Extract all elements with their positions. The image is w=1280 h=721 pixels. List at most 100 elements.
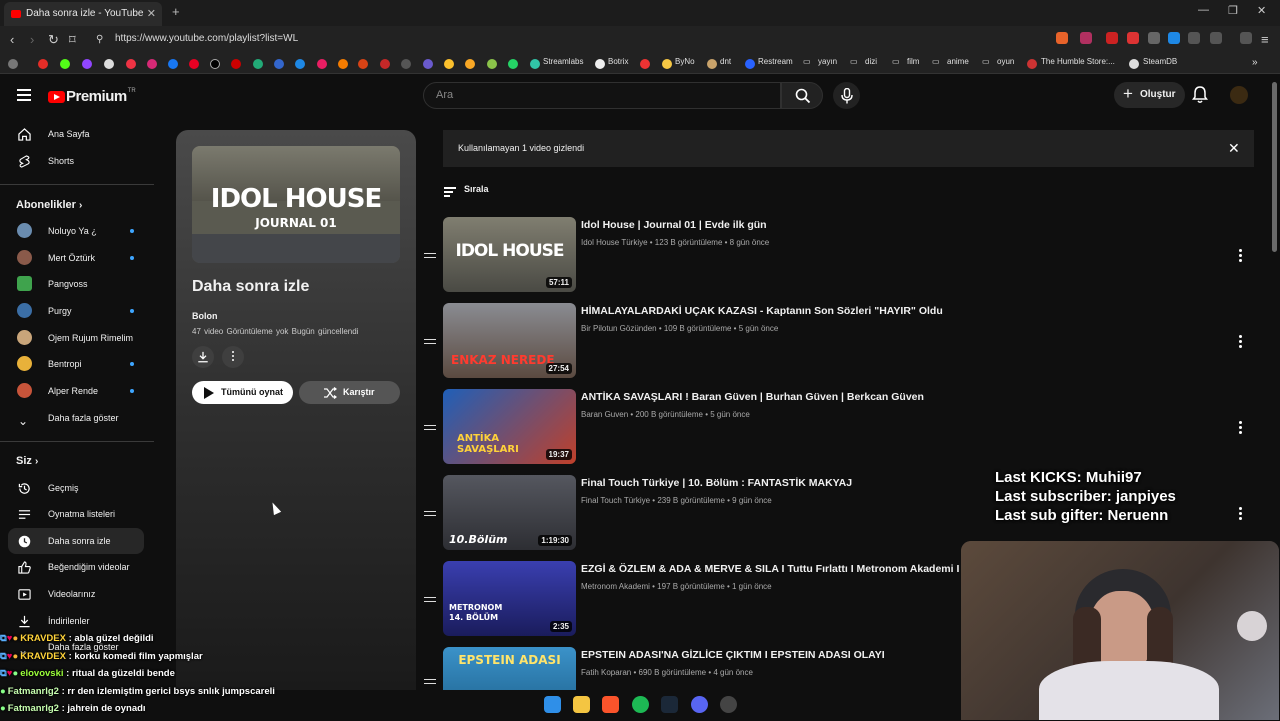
video-thumbnail[interactable]: IDOL HOUSE 57:11 — [443, 217, 576, 292]
restream-icon[interactable] — [745, 59, 755, 69]
drag-handle-icon[interactable] — [424, 597, 436, 605]
user-avatar[interactable] — [1230, 86, 1248, 104]
bookmark-folder-dizi[interactable]: dizi — [865, 57, 877, 66]
sidebar-item-downloads[interactable]: İndirilenler — [8, 608, 144, 634]
browser-tab[interactable]: Daha sonra izle - YouTube ✕ — [4, 2, 162, 26]
extensions-menu-icon[interactable] — [1240, 32, 1252, 44]
bookmark-favicon-icon[interactable] — [104, 59, 114, 69]
bookmark-favicon-icon[interactable] — [210, 59, 220, 69]
bookmark-favicon-icon[interactable] — [189, 59, 199, 69]
obs-icon[interactable] — [720, 696, 737, 713]
bookmark-steamdb[interactable]: SteamDB — [1143, 57, 1177, 66]
video-title[interactable]: Final Touch Türkiye | 10. Bölüm : FANTAS… — [581, 477, 961, 489]
close-window-icon[interactable]: ✕ — [1257, 4, 1266, 17]
bookmark-favicon-icon[interactable] — [168, 59, 178, 69]
extension-icon[interactable] — [1148, 32, 1160, 44]
brave-shield-icon[interactable] — [1056, 32, 1068, 44]
bookmark-favicon-icon[interactable] — [444, 59, 454, 69]
sidebar-item-playlists[interactable]: Oynatma listeleri — [8, 501, 144, 527]
bookmark-folder-film[interactable]: film — [907, 57, 919, 66]
video-thumbnail[interactable]: EPSTEIN ADASI — [443, 647, 576, 690]
close-icon[interactable]: ✕ — [1228, 140, 1240, 157]
playlist-owner[interactable]: Bolon — [192, 311, 218, 321]
play-all-button[interactable]: Tümünü oynat — [192, 381, 293, 404]
video-title[interactable]: Idol House | Journal 01 | Evde ilk gün — [581, 219, 961, 231]
bookmark-favicon-icon[interactable] — [60, 59, 70, 69]
search-input[interactable]: Ara — [423, 82, 781, 109]
bookmark-byno[interactable]: ByNo — [675, 57, 695, 66]
more-actions-button[interactable] — [222, 346, 244, 368]
drag-handle-icon[interactable] — [424, 339, 436, 347]
sidebar-item-shorts[interactable]: Shorts — [8, 148, 144, 174]
playlist-video-row[interactable]: ENKAZ NEREDE 27:54 HİMALAYALARDAKİ UÇAK … — [420, 303, 1250, 383]
extension-icon[interactable] — [1210, 32, 1222, 44]
browser-menu-icon[interactable]: ≡ — [1261, 32, 1269, 47]
video-title[interactable]: ANTİKA SAVAŞLARI ! Baran Güven | Burhan … — [581, 391, 961, 403]
video-title[interactable]: EZGİ & ÖZLEM & ADA & MERVE & SILA I Tutt… — [581, 563, 983, 575]
bookmark-humble[interactable]: The Humble Store:... — [1041, 57, 1115, 66]
sidebar-sub-alper[interactable]: Alper Rende — [8, 378, 144, 404]
bookmark-botrix[interactable]: Botrix — [608, 57, 628, 66]
video-thumbnail[interactable]: 10.Bölüm 1:19:30 — [443, 475, 576, 550]
humble-icon[interactable] — [1027, 59, 1037, 69]
more-vertical-icon[interactable] — [1239, 335, 1242, 350]
new-tab-icon[interactable]: + — [172, 4, 180, 19]
bookmark-dnt[interactable]: dnt — [720, 57, 731, 66]
drag-handle-icon[interactable] — [424, 425, 436, 433]
bookmark-favicon-icon[interactable] — [126, 59, 136, 69]
sidebar-item-your-videos[interactable]: Videolarınız — [8, 581, 144, 607]
subscriptions-heading[interactable]: Abonelikler › — [16, 199, 82, 211]
file-explorer-icon[interactable] — [573, 696, 590, 713]
bookmark-favicon-icon[interactable] — [487, 59, 497, 69]
sidebar-item-liked[interactable]: Beğendiğim videolar — [8, 554, 144, 580]
shuffle-button[interactable]: Karıştır — [299, 381, 400, 404]
streamlabs-icon[interactable] — [530, 59, 540, 69]
video-title[interactable]: HİMALAYALARDAKİ UÇAK KAZASI - Kaptanın S… — [581, 305, 961, 317]
bookmark-icon[interactable]: ⌑ — [69, 32, 76, 48]
youtube-premium-logo[interactable]: PremiumTR — [48, 88, 136, 106]
sidebar-sub-bentropi[interactable]: Bentropi — [8, 351, 144, 377]
extension-icon[interactable] — [1127, 32, 1139, 44]
bookmark-folder-anime[interactable]: anime — [947, 57, 969, 66]
video-title[interactable]: EPSTEIN ADASI'NA GİZLİCE ÇIKTIM I EPSTEI… — [581, 649, 961, 661]
botrix-icon[interactable] — [595, 59, 605, 69]
bookmark-favicon-icon[interactable] — [253, 59, 263, 69]
steam-icon[interactable] — [661, 696, 678, 713]
bookmark-restream[interactable]: Restream — [758, 57, 793, 66]
url-input[interactable]: https://www.youtube.com/playlist?list=WL — [115, 33, 298, 44]
apps-icon[interactable] — [8, 59, 18, 69]
sidebar-item-history[interactable]: Geçmiş — [8, 475, 144, 501]
dnt-icon[interactable] — [707, 59, 717, 69]
drag-handle-icon[interactable] — [424, 253, 436, 261]
sidebar-show-more-subs[interactable]: ⌄ Daha fazla göster — [8, 405, 144, 431]
bookmark-favicon-icon[interactable] — [82, 59, 92, 69]
bookmark-favicon-icon[interactable] — [295, 59, 305, 69]
scrollbar-thumb[interactable] — [1272, 82, 1277, 252]
bookmark-favicon-icon[interactable] — [465, 59, 475, 69]
more-vertical-icon[interactable] — [1239, 507, 1242, 522]
video-thumbnail[interactable]: METRONOM 14. BÖLÜM 2:35 — [443, 561, 576, 636]
discord-icon[interactable] — [691, 696, 708, 713]
byno-icon[interactable] — [662, 59, 672, 69]
extension-icon[interactable] — [1080, 32, 1092, 44]
back-icon[interactable]: ‹ — [10, 32, 14, 47]
bookmark-favicon-icon[interactable] — [358, 59, 368, 69]
bookmark-favicon-icon[interactable] — [640, 59, 650, 69]
download-button[interactable] — [192, 346, 214, 368]
site-info-icon[interactable]: ⚲ — [96, 34, 103, 45]
bookmark-favicon-icon[interactable] — [338, 59, 348, 69]
bookmark-favicon-icon[interactable] — [380, 59, 390, 69]
sidebar-sub-pangvoss[interactable]: Pangvoss — [8, 271, 144, 297]
hamburger-menu-icon[interactable] — [17, 89, 31, 101]
bookmark-favicon-icon[interactable] — [401, 59, 411, 69]
video-thumbnail[interactable]: ANTİKA SAVAŞLARI 19:37 — [443, 389, 576, 464]
sidebar-sub-purgy[interactable]: Purgy — [8, 298, 144, 324]
drag-handle-icon[interactable] — [424, 511, 436, 519]
bookmark-folder-yayin[interactable]: yayın — [818, 57, 837, 66]
forward-icon[interactable]: › — [30, 32, 34, 47]
more-bookmarks-icon[interactable]: » — [1252, 57, 1258, 68]
sidebar-sub-ojem[interactable]: Ojem Rujum Rimelim — [8, 325, 144, 351]
sidebar-item-watch-later[interactable]: Daha sonra izle — [8, 528, 144, 554]
bookmark-favicon-icon[interactable] — [231, 59, 241, 69]
extension-icon[interactable] — [1188, 32, 1200, 44]
